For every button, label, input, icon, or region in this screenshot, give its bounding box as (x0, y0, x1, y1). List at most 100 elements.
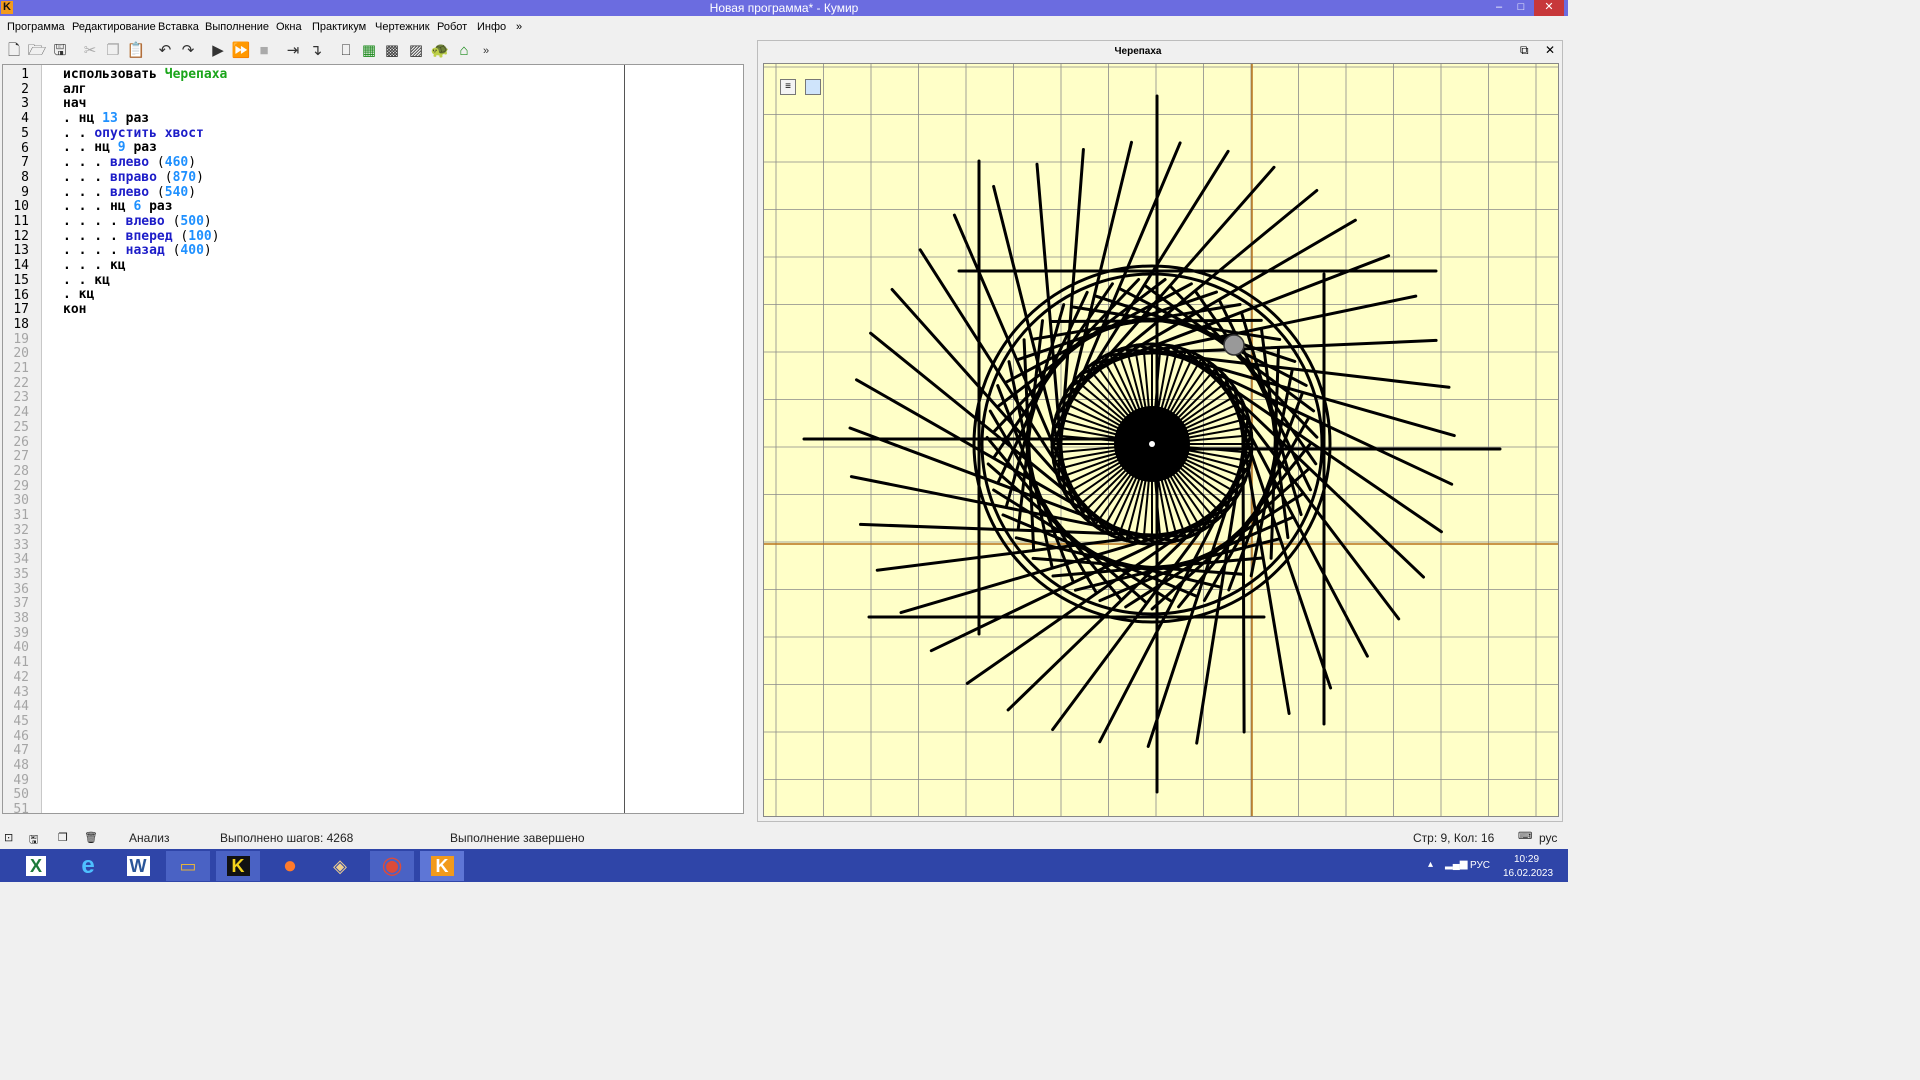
line-number: 38 (13, 611, 29, 627)
step-over-icon[interactable]: ⇥ (283, 41, 303, 61)
canvas-color-button[interactable] (805, 79, 821, 95)
turtle-icon[interactable]: 🐢 (430, 41, 450, 61)
code-token: . . . кц (63, 257, 126, 273)
menu-more[interactable]: » (516, 21, 522, 33)
cursor-position: Стр: 9, Кол: 16 (1413, 831, 1495, 845)
save-console-icon[interactable]: 🖫 (29, 831, 38, 850)
menu-edit[interactable]: Редактирование (72, 21, 156, 33)
copy-icon[interactable]: ❐ (103, 41, 123, 61)
line-number: 50 (13, 787, 29, 803)
undock-icon[interactable]: ⧉ (1520, 43, 1529, 58)
code-line[interactable]: . . . . вперед (100) (63, 229, 227, 245)
code-line[interactable]: . . . кц (63, 257, 227, 274)
code-token: ) (196, 169, 204, 185)
code-line[interactable]: использовать Черепаха (63, 67, 227, 83)
taskbar-firefox-icon[interactable]: ● (268, 851, 312, 881)
line-number: 5 (21, 125, 29, 141)
code-line[interactable]: . . . влево (540) (63, 184, 227, 201)
code-token: использовать (63, 67, 165, 82)
line-number: 39 (13, 625, 29, 641)
taskbar-chrome-icon[interactable]: ◉ (370, 851, 414, 881)
code-line[interactable]: нач (63, 97, 227, 112)
code-line[interactable]: . . нц 9 раз (63, 141, 227, 156)
console-icon[interactable]: ⊡ (4, 831, 13, 844)
taskbar-excel-icon[interactable]: X (14, 851, 58, 881)
maximize-button[interactable]: □ (1510, 0, 1532, 16)
code-line[interactable]: . . кц (63, 272, 227, 289)
taskbar-app-icon[interactable]: ◈ (318, 851, 362, 881)
new-file-icon[interactable]: 🗋 (4, 41, 24, 61)
clock-date[interactable]: 16.02.2023 (1503, 868, 1553, 879)
drafter-icon[interactable]: ▨ (406, 41, 426, 61)
line-number: 13 (13, 243, 29, 259)
code-line[interactable]: . . опустить хвост (63, 126, 227, 142)
code-token: раз (125, 140, 157, 156)
canvas-menu-button[interactable]: ≡ (780, 79, 796, 95)
menu-drafter[interactable]: Чертежник (375, 21, 430, 33)
copy-console-icon[interactable]: ❐ (58, 831, 68, 844)
code-token: ) (188, 155, 197, 171)
code-token: ( (164, 213, 181, 229)
line-number: 9 (21, 184, 29, 200)
robot-field-icon[interactable]: ▦ (359, 41, 379, 61)
turtle-window-icon[interactable]: ⌂ (454, 41, 474, 61)
taskbar-kumir-icon[interactable]: K (216, 851, 260, 881)
code-token: кон (63, 302, 87, 317)
grid-icon[interactable]: ▩ (382, 41, 402, 61)
code-line[interactable]: . . . . влево (500) (63, 213, 227, 230)
code-line[interactable]: кон (63, 302, 227, 318)
toolbar-more-icon[interactable]: » (476, 41, 496, 61)
save-icon[interactable]: 🖫 (50, 41, 70, 61)
line-number: 21 (13, 361, 29, 377)
redo-icon[interactable]: ↷ (178, 41, 198, 61)
code-line[interactable]: . . . вправо (870) (63, 169, 227, 186)
code-token: 460 (164, 155, 189, 171)
code-token: . . кц (63, 272, 110, 288)
close-button[interactable]: ✕ (1534, 0, 1564, 16)
code-line[interactable]: . нц 13 раз (63, 111, 227, 127)
code-line[interactable]: . кц (63, 287, 227, 303)
clear-console-icon[interactable]: 🗑 (84, 831, 98, 844)
tray-language[interactable]: РУС (1470, 860, 1490, 871)
paste-icon[interactable]: 📋 (126, 41, 146, 61)
analysis-label: Анализ (129, 831, 170, 845)
menu-windows[interactable]: Окна (276, 21, 302, 33)
menu-practicum[interactable]: Практикум (312, 21, 366, 33)
undo-icon[interactable]: ↶ (155, 41, 175, 61)
taskbar-ie-icon[interactable]: e (66, 851, 110, 881)
line-number: 51 (13, 802, 29, 818)
cut-icon[interactable]: ✂ (80, 41, 100, 61)
turtle-canvas[interactable]: ≡ (763, 63, 1559, 817)
minimize-button[interactable]: – (1488, 0, 1510, 16)
signal-icon[interactable]: ▂▄▆ (1445, 859, 1467, 870)
line-number: 6 (21, 140, 29, 156)
step-in-icon[interactable]: ↴ (306, 41, 326, 61)
menu-run[interactable]: Выполнение (205, 21, 269, 33)
variables-icon[interactable]: ⎕ (336, 41, 356, 61)
code-editor[interactable]: 1 2 3 4 5 6 7 8 9 10 11 12 13 14 15 16 17 18 19 20 21 22 23 24 2… (2, 64, 744, 817)
tray-arrow-icon[interactable]: ▴ (1428, 859, 1433, 870)
panel-close-icon[interactable]: ✕ (1545, 43, 1555, 57)
taskbar-kumir-active-icon[interactable]: K (420, 851, 464, 881)
clock-time[interactable]: 10:29 (1514, 854, 1539, 865)
menu-program[interactable]: Программа (7, 21, 65, 33)
menu-insert[interactable]: Вставка (158, 21, 199, 33)
code-line[interactable] (63, 318, 227, 333)
code-line[interactable]: . . . нц 6 раз (63, 199, 227, 215)
run-icon[interactable]: ▶ (208, 41, 228, 61)
code-line[interactable]: . . . влево (460) (63, 155, 227, 171)
code-token: 540 (164, 184, 189, 200)
taskbar-explorer-icon[interactable]: ▭ (166, 851, 210, 881)
code-token: ( (156, 169, 173, 185)
menu-info[interactable]: Инфо (477, 21, 506, 33)
code-text[interactable]: использовать Черепаха алг нач. нц 13 раз. … (63, 67, 227, 333)
stop-icon[interactable]: ■ (254, 41, 274, 61)
line-number: 26 (13, 434, 29, 450)
open-folder-icon[interactable]: 🗁 (27, 41, 47, 61)
line-number: 22 (13, 375, 29, 391)
run-step-icon[interactable]: ⏩ (231, 41, 251, 61)
code-line[interactable]: . . . . назад (400) (63, 243, 227, 259)
code-line[interactable]: алг (63, 82, 227, 98)
menu-robot[interactable]: Робот (437, 21, 467, 33)
taskbar-word-icon[interactable]: W (116, 851, 160, 881)
